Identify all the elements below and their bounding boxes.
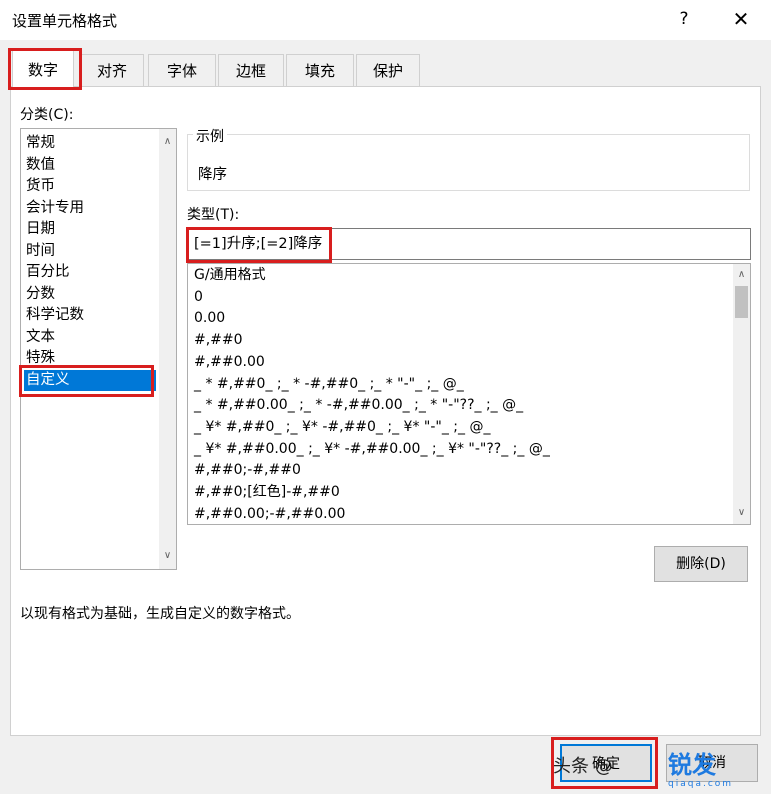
category-item[interactable]: 会计专用 <box>24 198 156 219</box>
category-scrollbar[interactable]: ∧ ∨ <box>159 129 176 569</box>
watermark-logo: 锐发 <box>668 751 716 779</box>
watermark-logo-sub: qiaqa.com <box>668 779 734 789</box>
category-item[interactable]: 时间 <box>24 241 156 262</box>
sample-label: 示例 <box>193 126 227 146</box>
category-item[interactable]: 特殊 <box>24 348 156 369</box>
format-item[interactable]: 0 <box>194 287 203 309</box>
scroll-down-icon[interactable]: ∨ <box>159 547 176 565</box>
tab-protection[interactable]: 保护 <box>356 54 420 86</box>
category-item-selected[interactable]: 自定义 <box>24 369 156 391</box>
scroll-up-icon[interactable]: ∧ <box>159 133 176 151</box>
format-list[interactable]: G/通用格式 0 0.00 #,##0 #,##0.00 _ * #,##0_ … <box>187 263 751 525</box>
sample-group <box>187 134 750 191</box>
format-item[interactable]: G/通用格式 <box>194 265 266 287</box>
format-item[interactable]: #,##0 <box>194 330 243 352</box>
format-item[interactable]: _ * #,##0_ ;_ * -#,##0_ ;_ * "-"_ ;_ @_ <box>194 374 464 396</box>
format-item[interactable]: #,##0;-#,##0 <box>194 460 301 482</box>
format-item[interactable]: 0.00 <box>194 308 225 330</box>
tab-fill[interactable]: 填充 <box>286 54 354 86</box>
category-label: 分类(C): <box>20 107 74 123</box>
format-item[interactable]: #,##0;[红色]-#,##0 <box>194 482 340 504</box>
tab-number[interactable]: 数字 <box>12 50 74 88</box>
category-list[interactable]: 常规 数值 货币 会计专用 日期 时间 百分比 分数 科学记数 文本 特殊 自定… <box>20 128 177 570</box>
category-item[interactable]: 日期 <box>24 219 156 240</box>
format-item[interactable]: _ * #,##0.00_ ;_ * -#,##0.00_ ;_ * "-"??… <box>194 395 523 417</box>
delete-button[interactable]: 删除(D) <box>654 546 748 582</box>
category-item[interactable]: 货币 <box>24 176 156 197</box>
close-button[interactable]: ✕ <box>728 6 754 32</box>
sample-value: 降序 <box>198 167 227 183</box>
tab-font[interactable]: 字体 <box>148 54 216 86</box>
category-item[interactable]: 常规 <box>24 133 156 154</box>
format-scrollbar[interactable]: ∧ ∨ <box>733 264 750 524</box>
scroll-up-icon[interactable]: ∧ <box>733 266 750 284</box>
dialog-title: 设置单元格格式 <box>12 12 118 30</box>
category-item[interactable]: 分数 <box>24 284 156 305</box>
help-button[interactable]: ? <box>672 6 696 32</box>
watermark-text: 头条 @ <box>553 756 613 777</box>
scroll-down-icon[interactable]: ∨ <box>733 504 750 522</box>
tab-border[interactable]: 边框 <box>218 54 284 86</box>
format-item[interactable]: _ ¥* #,##0.00_ ;_ ¥* -#,##0.00_ ;_ ¥* "-… <box>194 439 550 461</box>
category-item[interactable]: 科学记数 <box>24 305 156 326</box>
scroll-thumb[interactable] <box>735 286 748 318</box>
format-item[interactable]: #,##0.00 <box>194 352 265 374</box>
category-item[interactable]: 数值 <box>24 155 156 176</box>
tab-alignment[interactable]: 对齐 <box>80 54 144 86</box>
format-item[interactable]: #,##0.00;-#,##0.00 <box>194 504 345 524</box>
type-label: 类型(T): <box>187 207 240 223</box>
format-item[interactable]: _ ¥* #,##0_ ;_ ¥* -#,##0_ ;_ ¥* "-"_ ;_ … <box>194 417 490 439</box>
type-input[interactable]: [=1]升序;[=2]降序 <box>187 228 751 260</box>
category-item[interactable]: 百分比 <box>24 262 156 283</box>
description-text: 以现有格式为基础，生成自定义的数字格式。 <box>20 606 300 622</box>
category-item[interactable]: 文本 <box>24 327 156 348</box>
